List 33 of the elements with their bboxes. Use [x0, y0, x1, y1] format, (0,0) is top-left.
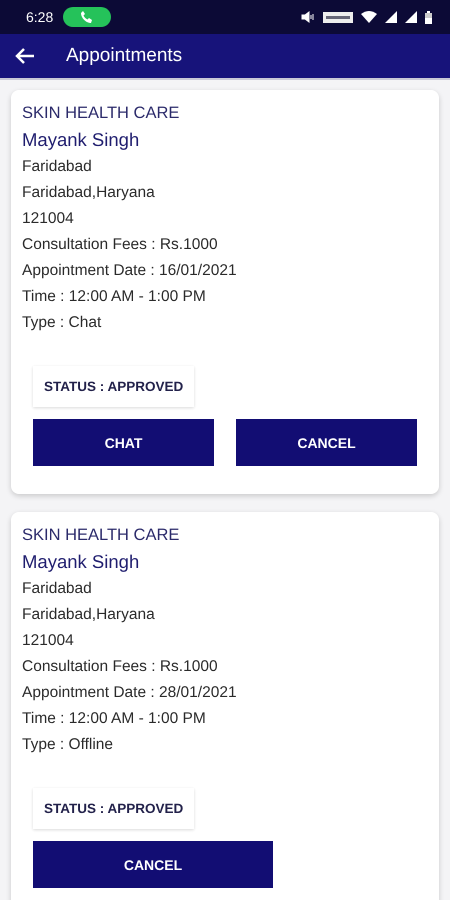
detail-line: 121004 — [22, 209, 75, 229]
detail-line: Faridabad — [22, 157, 93, 177]
detail-line: Type : Chat — [22, 313, 102, 333]
volume-icon — [301, 11, 315, 23]
signal-icon — [405, 11, 417, 23]
detail-line: Type : Offline — [22, 735, 114, 755]
action-button[interactable]: CANCEL — [236, 419, 417, 466]
battery-icon — [425, 10, 432, 24]
clinic-name: SKIN HEALTH CARE — [22, 525, 180, 546]
action-button[interactable]: CANCEL — [33, 841, 273, 888]
call-indicator-icon — [63, 7, 112, 27]
detail-line: Consultation Fees : Rs.1000 — [22, 235, 219, 255]
back-button[interactable] — [14, 47, 36, 65]
status-label: STATUS : APPROVED — [33, 366, 194, 407]
detail-line: Faridabad,Haryana — [22, 605, 156, 625]
status-label: STATUS : APPROVED — [33, 788, 194, 829]
action-button[interactable]: CHAT — [33, 419, 214, 466]
detail-line: 121004 — [22, 631, 75, 651]
detail-line: Appointment Date : 28/01/2021 — [22, 683, 238, 703]
detail-line: Time : 12:00 AM - 1:00 PM — [22, 287, 207, 307]
detail-line: Time : 12:00 AM - 1:00 PM — [22, 709, 207, 729]
clock: 6:28 — [26, 9, 54, 25]
detail-line: Consultation Fees : Rs.1000 — [22, 657, 219, 677]
detail-line: Faridabad,Haryana — [22, 183, 156, 203]
network-badge-icon — [323, 12, 353, 22]
doctor-name: Mayank Singh — [22, 128, 140, 152]
screen-title: Appointments — [66, 45, 182, 67]
doctor-name: Mayank Singh — [22, 550, 140, 574]
detail-line: Appointment Date : 16/01/2021 — [22, 261, 238, 281]
signal-icon — [385, 11, 397, 23]
wifi-icon — [361, 11, 377, 23]
clinic-name: SKIN HEALTH CARE — [22, 103, 180, 124]
detail-line: Faridabad — [22, 579, 93, 599]
